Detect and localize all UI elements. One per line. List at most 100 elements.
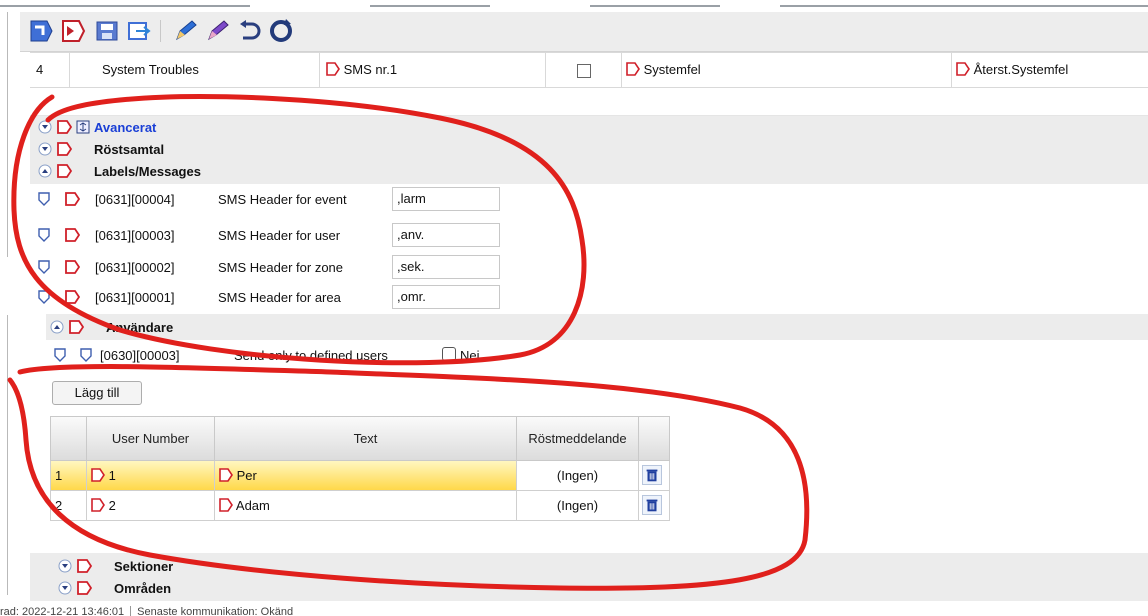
user-number-value: 1 <box>108 468 116 483</box>
label-code: [0631][00002] <box>95 259 175 275</box>
expand-icon[interactable] <box>50 320 64 334</box>
collapse-icon[interactable] <box>58 559 72 573</box>
left-rail-lower <box>0 315 8 595</box>
label-value-input[interactable]: ,omr. <box>392 285 500 309</box>
voice-cell[interactable]: (Ingen) <box>517 491 639 520</box>
restore-message-cell[interactable]: Återst.Systemfel <box>952 53 1148 87</box>
user-text-cell[interactable]: Adam <box>215 491 517 520</box>
delete-cell <box>639 461 669 490</box>
status-last-communication: Senaste kommunikation: Okänd <box>137 606 294 616</box>
add-button[interactable]: Lägg till <box>52 381 142 405</box>
users-table: User Number Text Röstmeddelande 1 1 Per … <box>50 416 670 536</box>
system-troubles-row[interactable]: 4 System Troubles SMS nr.1 Systemfel Åte… <box>30 52 1148 88</box>
label-code: [0631][00003] <box>95 227 175 243</box>
label-name: SMS Header for user <box>218 227 341 243</box>
send-icon[interactable] <box>124 16 154 46</box>
advanced-section: Avancerat Röstsamtal Labels/Messages <box>30 116 1148 184</box>
omraden-title: Områden <box>114 580 172 596</box>
channel-cell[interactable]: SMS nr.1 <box>320 53 546 87</box>
label-value-input[interactable]: ,sek. <box>392 255 500 279</box>
arrow-tag-icon <box>65 228 80 242</box>
users-section: Användare <box>46 314 1148 340</box>
message-label: Systemfel <box>643 62 701 77</box>
arrow-tag-icon <box>57 120 72 134</box>
arrow-tag-icon <box>65 260 80 274</box>
labels-messages-header[interactable]: Labels/Messages <box>38 160 201 182</box>
row-index: 2 <box>51 491 87 520</box>
arrow-tag-icon <box>57 164 72 178</box>
undo-icon[interactable] <box>234 16 264 46</box>
user-option-row[interactable]: [0630][00003] Send only to defined users… <box>46 342 1148 368</box>
refresh-icon[interactable] <box>266 16 296 46</box>
message-cell[interactable]: Systemfel <box>622 53 952 87</box>
user-text-value: Adam <box>235 498 270 513</box>
collapse-icon[interactable] <box>58 581 72 595</box>
column-header[interactable]: Text <box>215 417 517 460</box>
collapse-icon[interactable] <box>38 142 52 156</box>
label-name: SMS Header for area <box>218 289 341 305</box>
trash-icon[interactable] <box>642 465 662 485</box>
label-value-input[interactable]: ,anv. <box>392 223 500 247</box>
label-row[interactable]: [0631][00002] SMS Header for zone ,sek. <box>30 254 1148 280</box>
save-icon[interactable] <box>92 16 122 46</box>
row-checkbox-cell[interactable] <box>546 53 622 87</box>
trash-icon[interactable] <box>642 495 662 515</box>
table-header: User Number Text Röstmeddelande <box>50 416 670 461</box>
shield-icon <box>38 192 50 206</box>
column-header[interactable]: User Number <box>87 417 215 460</box>
collapse-icon[interactable] <box>38 120 52 134</box>
option-name: Send only to defined users <box>234 347 388 363</box>
table-row[interactable]: 2 2 Adam (Ingen) <box>50 491 670 521</box>
label-row[interactable]: [0631][00004] SMS Header for event ,larm <box>30 186 1148 212</box>
arrow-tag-icon <box>77 581 92 595</box>
label-row[interactable]: [0631][00001] SMS Header for area ,omr. <box>30 284 1148 310</box>
shield-icon <box>38 260 50 274</box>
export-icon[interactable] <box>26 16 56 46</box>
expand-icon[interactable] <box>38 164 52 178</box>
restore-message-label: Återst.Systemfel <box>973 62 1069 77</box>
shield-icon <box>38 290 50 304</box>
label-code: [0631][00004] <box>95 191 175 207</box>
option-checkbox-label: Nej <box>460 347 480 363</box>
toolbar <box>20 12 1148 52</box>
row-name: System Troubles <box>70 53 320 87</box>
arrow-tag-icon <box>626 62 640 76</box>
user-number-cell[interactable]: 2 <box>87 491 215 520</box>
arrow-tag-icon <box>65 192 80 206</box>
status-bar: rad: 2022-12-21 13:46:01 Senaste kommunik… <box>0 604 1148 616</box>
arrow-tag-icon <box>326 62 340 76</box>
omraden-header[interactable]: Områden <box>58 577 171 599</box>
avancerat-title: Avancerat <box>94 119 157 135</box>
sektioner-header[interactable]: Sektioner <box>58 555 173 577</box>
expand-all-icon[interactable] <box>76 120 90 134</box>
row-index: 1 <box>51 461 87 490</box>
status-timestamp: rad: 2022-12-21 13:46:01 <box>0 606 125 616</box>
arrow-tag-icon <box>91 498 105 512</box>
sektioner-title: Sektioner <box>114 558 174 574</box>
channel-label: SMS nr.1 <box>343 62 398 77</box>
arrow-tag-icon <box>219 468 233 482</box>
window-top-edge <box>0 0 1148 12</box>
label-row[interactable]: [0631][00003] SMS Header for user ,anv. <box>30 222 1148 248</box>
arrow-tag-icon <box>956 62 970 76</box>
rostsamtal-header[interactable]: Röstsamtal <box>38 138 164 160</box>
anvandare-title: Användare <box>106 319 174 335</box>
option-checkbox[interactable] <box>442 347 456 361</box>
label-name: SMS Header for zone <box>218 259 344 275</box>
voice-cell[interactable]: (Ingen) <box>517 461 639 490</box>
label-value-input[interactable]: ,larm <box>392 187 500 211</box>
user-number-cell[interactable]: 1 <box>87 461 215 490</box>
row-checkbox[interactable] <box>576 63 591 78</box>
option-code: [0630][00003] <box>100 347 180 363</box>
import-icon[interactable] <box>58 16 88 46</box>
table-row[interactable]: 1 1 Per (Ingen) <box>50 461 670 491</box>
pen-blue-icon[interactable] <box>202 16 232 46</box>
user-text-cell[interactable]: Per <box>215 461 517 490</box>
column-header[interactable]: Röstmeddelande <box>517 417 639 460</box>
anvandare-header[interactable]: Användare <box>50 316 173 338</box>
user-text-value: Per <box>236 468 257 483</box>
row-index: 4 <box>30 53 70 87</box>
pen-icon[interactable] <box>170 16 200 46</box>
avancerat-header[interactable]: Avancerat <box>38 116 156 138</box>
labels-messages-title: Labels/Messages <box>94 163 201 179</box>
